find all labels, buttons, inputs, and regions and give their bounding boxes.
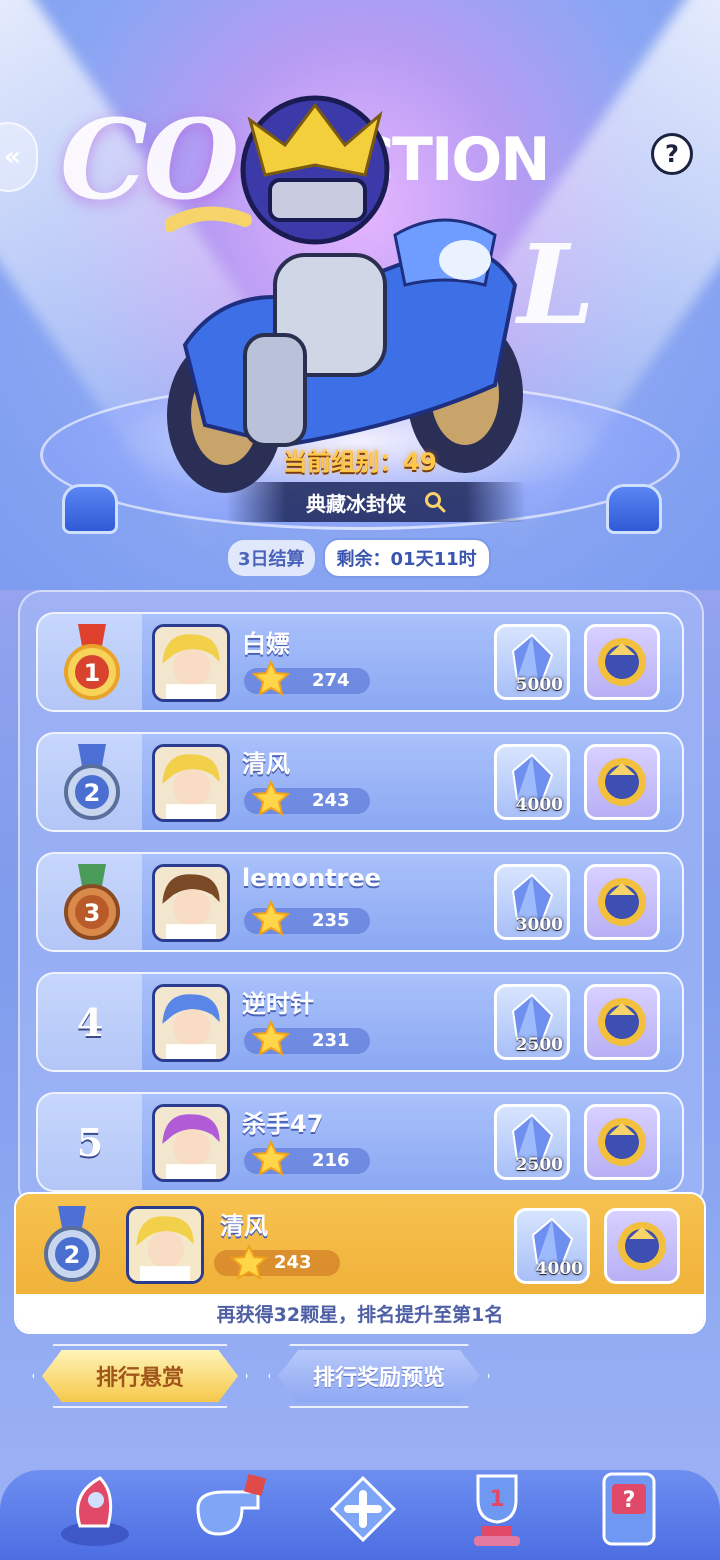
rank-number: 5 xyxy=(76,1120,104,1165)
character-reward[interactable] xyxy=(584,1104,660,1180)
my-reward-qty: 4000 xyxy=(535,1259,583,1279)
hero-banner: CO CTION LL « ? 当前组别：49 典藏冰封侠 xyxy=(0,0,720,590)
player-name: 杀手47 xyxy=(242,1110,324,1138)
player-avatar[interactable] xyxy=(152,1104,230,1182)
character-reward-icon xyxy=(598,1118,646,1166)
settle-period: 3日结算 xyxy=(228,540,315,576)
my-rank-row[interactable]: 2 清风 243 4000 再获得32颗星，排名提升至第1名 xyxy=(14,1192,706,1334)
gamepad-icon[interactable] xyxy=(318,1464,408,1554)
silver-medal-icon: 2 xyxy=(44,1206,100,1282)
reward-quantity: 5000 xyxy=(515,675,563,695)
star-icon xyxy=(230,1244,268,1280)
rocket-icon[interactable] xyxy=(50,1464,140,1554)
whistle-icon[interactable] xyxy=(184,1464,274,1554)
my-rank-card: 2 清风 243 4000 xyxy=(16,1194,704,1294)
reward-quantity: 3000 xyxy=(515,915,563,935)
my-medal-rank: 2 xyxy=(64,1241,81,1269)
crystal-reward[interactable]: 5000 xyxy=(494,624,570,700)
character-reward[interactable] xyxy=(584,624,660,700)
character-reward-icon xyxy=(598,758,646,806)
player-score: 235 xyxy=(312,910,350,931)
player-score: 231 xyxy=(312,1030,350,1051)
character-reward-icon xyxy=(598,998,646,1046)
star-icon xyxy=(252,1020,290,1056)
character-reward[interactable] xyxy=(584,984,660,1060)
character-reward[interactable] xyxy=(584,744,660,820)
player-name: lemontree xyxy=(242,864,381,892)
medal-rank: 2 xyxy=(84,779,101,807)
time-remaining: 剩余：01天11时 xyxy=(322,538,491,578)
character-reward[interactable] xyxy=(584,864,660,940)
player-name: 清风 xyxy=(242,750,290,778)
player-avatar[interactable] xyxy=(152,624,230,702)
platform-light-left xyxy=(62,484,118,534)
star-icon xyxy=(252,900,290,936)
medal-rank: 1 xyxy=(84,659,101,687)
my-crystal-reward[interactable]: 4000 xyxy=(514,1208,590,1284)
player-score: 274 xyxy=(312,670,350,691)
crystal-reward[interactable]: 2500 xyxy=(494,1104,570,1180)
gold-medal-icon: 1 xyxy=(64,624,120,700)
star-icon xyxy=(252,660,290,696)
player-avatar[interactable] xyxy=(152,744,230,822)
svg-text:1: 1 xyxy=(489,1487,504,1512)
player-name: 逆时针 xyxy=(242,990,314,1018)
current-group-label: 当前组别：49 xyxy=(283,448,437,476)
bronze-medal-icon: 3 xyxy=(64,864,120,940)
character-reward-icon xyxy=(598,878,646,926)
character-reward-icon xyxy=(598,638,646,686)
leaderboard-row[interactable]: 5 杀手47 216 2500 xyxy=(36,1092,684,1192)
crystal-reward[interactable]: 4000 xyxy=(494,744,570,820)
reward-quantity: 2500 xyxy=(515,1035,563,1055)
leaderboard-row[interactable]: 2 清风 243 4000 xyxy=(36,732,684,832)
platform-light-right xyxy=(606,484,662,534)
crystal-reward[interactable]: 2500 xyxy=(494,984,570,1060)
player-score: 243 xyxy=(312,790,350,811)
my-rank-hint: 再获得32颗星，排名提升至第1名 xyxy=(16,1294,704,1332)
crystal-reward[interactable]: 3000 xyxy=(494,864,570,940)
tab-rank-bounty[interactable]: 排行悬赏 xyxy=(42,1350,238,1402)
star-icon xyxy=(252,780,290,816)
leaderboard-row[interactable]: 3 lemontree 235 3000 xyxy=(36,852,684,952)
my-score: 243 xyxy=(274,1252,312,1273)
leaderboard-row[interactable]: 4 逆时针 231 2500 xyxy=(36,972,684,1072)
trophy-icon[interactable]: 1 xyxy=(452,1464,542,1554)
vending-machine-icon[interactable]: ? xyxy=(586,1464,676,1554)
my-player-name: 清风 xyxy=(220,1212,268,1240)
player-name: 白嫖 xyxy=(242,630,290,658)
settlement-timer: 3日结算 剩余：01天11时 xyxy=(228,538,491,578)
my-avatar[interactable] xyxy=(126,1206,204,1284)
character-reward-icon xyxy=(618,1222,666,1270)
medal-rank: 3 xyxy=(84,899,101,927)
my-character-reward[interactable] xyxy=(604,1208,680,1284)
player-avatar[interactable] xyxy=(152,984,230,1062)
rank-number: 4 xyxy=(76,1000,104,1045)
reward-quantity: 2500 xyxy=(515,1155,563,1175)
silver-medal-icon: 2 xyxy=(64,744,120,820)
star-icon xyxy=(252,1140,290,1176)
player-avatar[interactable] xyxy=(152,864,230,942)
leaderboard-row[interactable]: 1 白嫖 274 5000 xyxy=(36,612,684,712)
reward-quantity: 4000 xyxy=(515,795,563,815)
featured-item-name: 典藏冰封侠 xyxy=(306,491,406,516)
leaderboard-screen: CO CTION LL « ? 当前组别：49 典藏冰封侠 3日结算 剩余：01… xyxy=(0,0,720,1560)
player-score: 216 xyxy=(312,1150,350,1171)
tab-reward-preview[interactable]: 排行奖励预览 xyxy=(278,1350,480,1402)
help-button[interactable]: ? xyxy=(651,133,693,175)
svg-text:?: ? xyxy=(623,1488,636,1513)
featured-item-plate[interactable]: 典藏冰封侠 xyxy=(226,482,526,522)
search-icon[interactable] xyxy=(424,491,446,513)
